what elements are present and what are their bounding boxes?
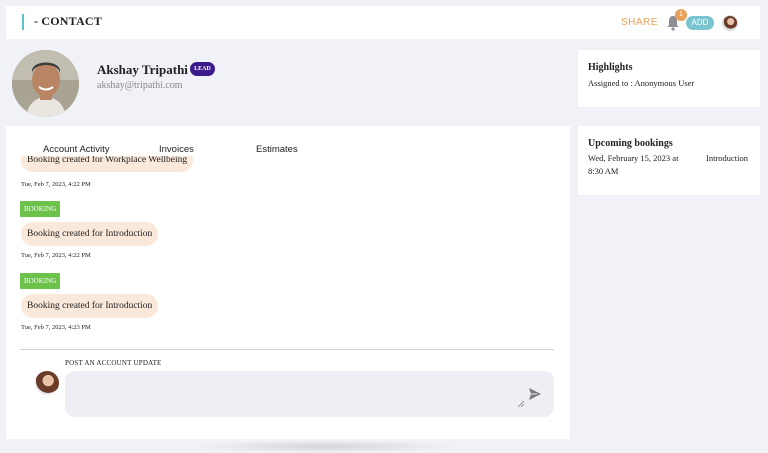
upcoming-bookings-card: Upcoming bookings Wed, February 15, 2023… [578,126,760,195]
lead-badge: LEAD [190,62,215,76]
bottom-shadow [190,440,460,453]
activity-timestamp: Tue, Feb 7, 2023, 4:22 PM [21,181,91,188]
highlights-card: Highlights Assigned to : Anonymous User [578,50,760,107]
tab-account-activity[interactable]: Account Activity [43,144,110,155]
booking-tag: BOOKING [20,273,61,289]
title-accent-bar [22,14,24,30]
activity-timestamp: Tue, Feb 7, 2023, 4:23 PM [21,324,91,331]
highlights-title: Highlights [588,62,633,73]
activity-message: Booking created for Introduction [21,222,159,246]
tab-invoices[interactable]: Invoices [159,144,194,155]
post-update-label: POST AN ACCOUNT UPDATE [65,359,162,367]
user-avatar[interactable] [722,15,738,31]
post-author-avatar [35,371,59,395]
send-icon[interactable] [528,387,542,401]
share-button[interactable]: SHARE [621,17,658,28]
top-bar: - CONTACT SHARE 1 ADD [6,6,760,39]
activity-message: Booking created for Introduction [21,294,159,318]
activity-timestamp: Tue, Feb 7, 2023, 4:22 PM [21,252,91,259]
booking-date-line1: Wed, February 15, 2023 at [588,153,679,163]
booking-date-line2: 8:30 AM [588,166,619,176]
resize-handle-icon[interactable] [518,401,524,407]
activity-panel: Account Activity Invoices Estimates Book… [6,126,570,439]
booking-tag: BOOKING [20,201,61,217]
feed-divider [20,349,554,350]
contact-email[interactable]: akshay@tripathi.com [97,80,183,91]
page-title: - CONTACT [34,14,102,28]
contact-name: Akshay Tripathi [97,62,188,77]
booking-event-name[interactable]: Introduction [706,153,748,163]
upcoming-bookings-title: Upcoming bookings [588,138,673,149]
add-button[interactable]: ADD [686,16,714,30]
post-update-input[interactable] [65,371,554,417]
tab-estimates[interactable]: Estimates [256,144,298,155]
activity-feed[interactable]: Booking created for Workplace Wellbeing … [6,156,570,346]
assigned-to-text: Assigned to : Anonymous User [588,78,695,88]
notification-badge: 1 [675,9,687,21]
activity-message: Booking created for Workplace Wellbeing [21,156,194,172]
contact-photo [12,50,79,117]
